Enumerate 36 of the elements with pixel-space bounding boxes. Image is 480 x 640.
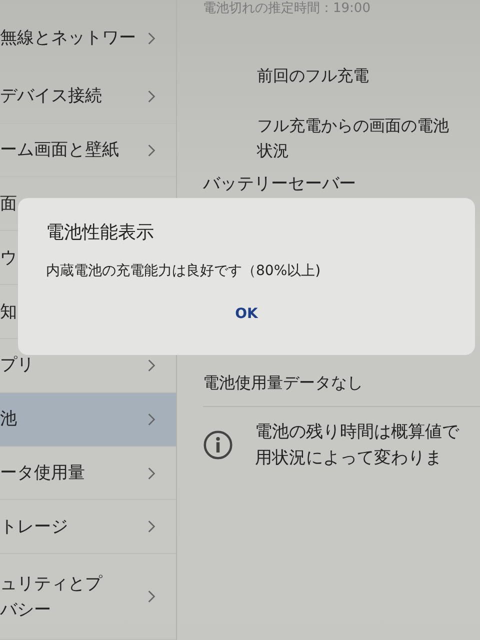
settings-item-label: デバイス接続: [0, 85, 102, 108]
settings-item[interactable]: 無線とネットワー: [0, 0, 176, 70]
chevron-icon: [147, 88, 156, 104]
settings-item[interactable]: デバイス接続: [0, 70, 176, 124]
chevron-icon: [147, 466, 156, 480]
settings-item[interactable]: ーム画面と壁紙: [0, 124, 176, 178]
settings-item-label: 知: [0, 300, 17, 324]
note-text: 電池の残り時間は概算値で 用状況によって変わりま: [255, 421, 459, 470]
last-charge-item[interactable]: 前回のフル充電: [257, 63, 369, 88]
settings-item[interactable]: トレージ: [0, 500, 176, 554]
settings-item-label: 池: [0, 408, 17, 432]
settings-item-label: プリ: [0, 354, 34, 378]
settings-item-label: ウ: [0, 246, 17, 270]
battery-saver-heading: バッテリーセーバー: [203, 173, 356, 195]
ok-button[interactable]: OK: [225, 302, 268, 326]
settings-item[interactable]: ュリティとプ バシー: [0, 554, 176, 640]
chevron-icon: [147, 30, 156, 46]
settings-item-label: 面: [0, 192, 17, 216]
settings-item-label: トレージ: [0, 516, 68, 539]
chevron-icon: [147, 358, 156, 373]
chevron-icon: [147, 412, 156, 427]
dialog-title: 電池性能表示: [46, 221, 154, 244]
screen-usage-item[interactable]: フル充電からの画面の電池 状況: [257, 113, 449, 163]
chevron-icon: [147, 519, 156, 534]
settings-item[interactable]: 池: [0, 392, 176, 447]
estimate-text: 電池切れの推定時間：19:00: [203, 1, 370, 17]
settings-item-label: ュリティとプ バシー: [0, 572, 102, 622]
chevron-icon: [147, 589, 156, 604]
settings-item-label: ーム画面と壁紙: [0, 139, 119, 162]
dialog-message: 内蔵電池の充電能力は良好です（80%以上): [46, 262, 321, 280]
settings-item-label: ータ使用量: [0, 462, 85, 485]
chevron-icon: [147, 142, 156, 158]
settings-item-label: 無線とネットワー: [0, 27, 136, 50]
no-data-text: 電池使用量データなし: [203, 373, 363, 394]
info-icon: [203, 430, 233, 460]
settings-item[interactable]: ータ使用量: [0, 446, 176, 500]
